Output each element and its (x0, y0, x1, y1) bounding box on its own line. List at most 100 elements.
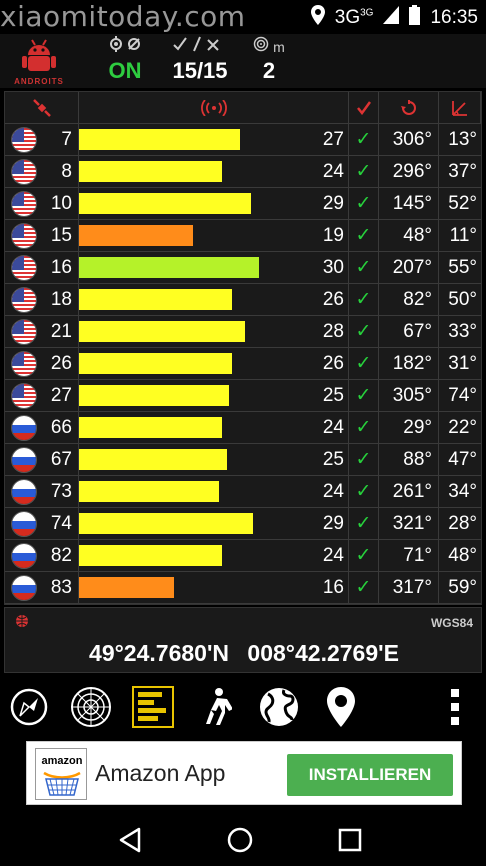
radar-icon[interactable] (68, 684, 114, 730)
table-row: 18 26 ✓ 82° 50° (5, 284, 481, 316)
elevation-value: 13° (439, 124, 481, 156)
used-check: ✓ (349, 188, 379, 220)
usa-flag-icon (11, 287, 37, 313)
prn-value: 73 (50, 480, 72, 502)
ad-banner[interactable]: amazon Amazon App INSTALLIEREN (26, 741, 462, 805)
home-icon[interactable] (222, 822, 258, 858)
amazon-logo: amazon (35, 748, 87, 800)
snr-value: 26 (322, 352, 344, 374)
prn-cell: 67 (5, 444, 79, 476)
elevation-value: 48° (439, 540, 481, 572)
signal-bar (79, 353, 232, 374)
russia-flag-icon (11, 543, 37, 569)
signal-bars-icon[interactable] (130, 684, 176, 730)
usa-flag-icon (11, 255, 37, 281)
datum-label: WGS84 (430, 616, 473, 630)
snr-value: 28 (322, 320, 344, 342)
satellite-icon (5, 92, 79, 124)
prn-cell: 21 (5, 316, 79, 348)
table-row: 27 25 ✓ 305° 74° (5, 380, 481, 412)
signal-icon (383, 6, 400, 30)
table-row: 67 25 ✓ 88° 47° (5, 444, 481, 476)
elevation-value: 52° (439, 188, 481, 220)
recents-icon[interactable] (332, 822, 368, 858)
coordinates-panel: WGS84 49°24.7680'N 008°42.2769'E (4, 607, 482, 673)
elevation-value: 37° (439, 156, 481, 188)
russia-flag-icon (11, 511, 37, 537)
table-row: 16 30 ✓ 207° 55° (5, 252, 481, 284)
prn-value: 67 (50, 448, 72, 470)
globe-icon[interactable] (256, 684, 302, 730)
russia-flag-icon (11, 479, 37, 505)
snr-value: 16 (322, 576, 344, 598)
prn-value: 21 (50, 320, 72, 342)
snr-value: 27 (322, 128, 344, 150)
elevation-value: 31° (439, 348, 481, 380)
used-check: ✓ (349, 412, 379, 444)
prn-cell: 83 (5, 572, 79, 604)
elevation-value: 28° (439, 508, 481, 540)
usa-flag-icon (11, 223, 37, 249)
azimuth-value: 29° (379, 412, 439, 444)
usa-flag-icon (11, 319, 37, 345)
used-check: ✓ (349, 284, 379, 316)
clock: 16:35 (430, 7, 478, 28)
elevation-value: 22° (439, 412, 481, 444)
signal-bar (79, 161, 222, 182)
elevation-value: 34° (439, 476, 481, 508)
globe-small-icon (15, 614, 29, 631)
signal-bar (79, 577, 174, 598)
compass-icon[interactable] (6, 684, 52, 730)
logo-text: ANDROITS (14, 77, 64, 86)
prn-value: 82 (50, 544, 72, 566)
prn-value: 27 (50, 384, 72, 406)
prn-cell: 16 (5, 252, 79, 284)
table-row: 21 28 ✓ 67° 33° (5, 316, 481, 348)
prn-value: 74 (50, 512, 72, 534)
used-icon (349, 92, 379, 124)
snr-value: 24 (322, 544, 344, 566)
prn-value: 26 (50, 352, 72, 374)
signal-cell: 24 (79, 540, 349, 572)
snr-value: 30 (322, 256, 344, 278)
signal-bar (79, 193, 251, 214)
prn-value: 8 (61, 160, 72, 182)
network-type: 3G3G (334, 7, 374, 28)
overflow-menu-icon[interactable] (432, 684, 478, 730)
signal-cell: 25 (79, 380, 349, 412)
signal-cell: 25 (79, 444, 349, 476)
used-check: ✓ (349, 476, 379, 508)
prn-cell: 74 (5, 508, 79, 540)
satellites-used-value: 15/15 (172, 58, 228, 83)
latitude: 49°24.7680'N (89, 640, 230, 666)
signal-cell: 29 (79, 188, 349, 220)
prn-cell: 10 (5, 188, 79, 220)
install-button[interactable]: INSTALLIEREN (287, 754, 453, 796)
snr-value: 25 (322, 384, 344, 406)
walking-icon[interactable] (194, 684, 240, 730)
accuracy: m 2 (246, 36, 292, 84)
table-row: 15 19 ✓ 48° 11° (5, 220, 481, 252)
map-pin-icon[interactable] (318, 684, 364, 730)
signal-strength-icon (79, 92, 349, 124)
location-icon (310, 5, 325, 31)
russia-flag-icon (11, 575, 37, 601)
table-row: 82 24 ✓ 71° 48° (5, 540, 481, 572)
status-icons: 3G3G 16:35 (310, 5, 478, 31)
used-check: ✓ (349, 508, 379, 540)
azimuth-value: 71° (379, 540, 439, 572)
signal-cell: 27 (79, 124, 349, 156)
prn-value: 83 (50, 576, 72, 598)
back-icon[interactable] (112, 822, 148, 858)
elevation-value: 74° (439, 380, 481, 412)
signal-bar (79, 225, 193, 246)
accuracy-value: 2 (262, 58, 276, 83)
app-header: ANDROITS ON 15/15 m 2 (0, 34, 486, 88)
used-check: ✓ (349, 348, 379, 380)
prn-cell: 73 (5, 476, 79, 508)
signal-bar (79, 129, 240, 150)
elevation-value: 55° (439, 252, 481, 284)
gps-status: ON (104, 36, 146, 84)
snr-value: 29 (322, 192, 344, 214)
signal-cell: 19 (79, 220, 349, 252)
